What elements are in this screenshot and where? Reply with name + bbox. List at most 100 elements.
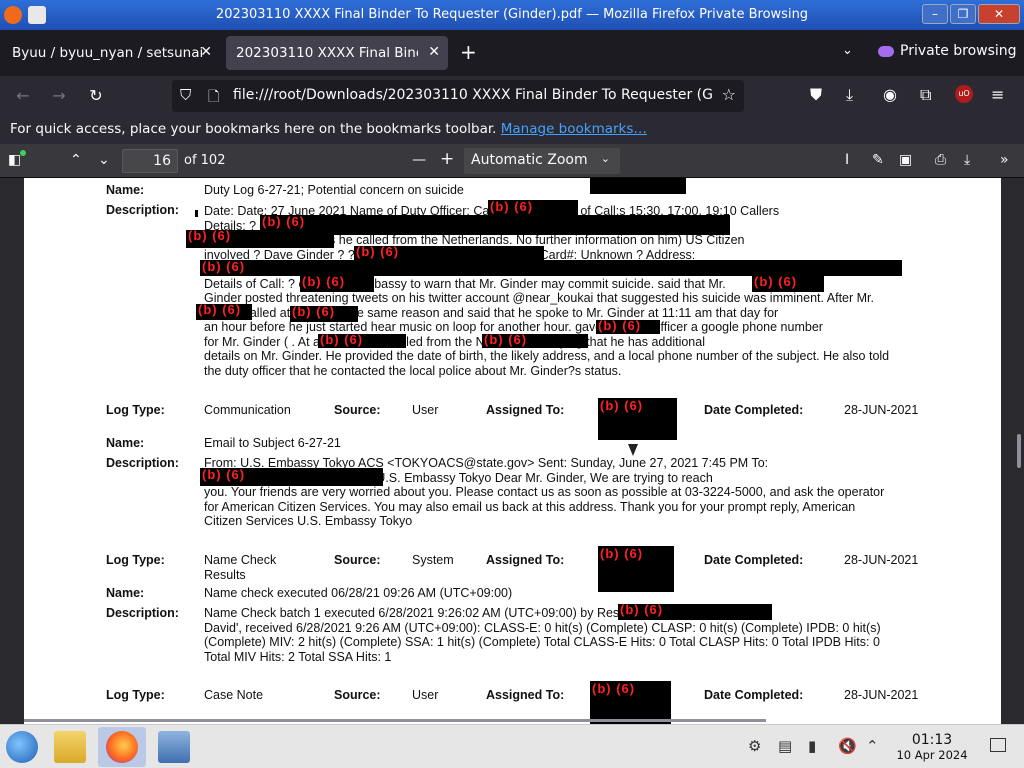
battery-icon[interactable]: ▮ [808,737,816,755]
zoom-in-button[interactable]: + [440,149,454,169]
ublock-origin-icon[interactable]: uO [955,85,973,103]
start-button[interactable] [6,731,38,763]
redaction-code: (b) (6) [490,199,534,214]
text-cursor-icon[interactable]: I [845,152,849,168]
entry3-log-type: Name Check [204,553,277,567]
bookmarks-toolbar: For quick access, place your bookmarks h… [0,116,1024,144]
tools-menu-icon[interactable]: » [1000,152,1009,168]
desc-line: for American Citizen Services. You may a… [204,499,856,514]
maximize-button[interactable]: ❐ [950,4,976,24]
redaction-code: (b) (6) [292,304,336,319]
tracking-protection-shield-icon[interactable]: ⛉ [180,86,191,104]
entry2-name: Email to Subject 6-27-21 [204,436,341,450]
close-tab-icon[interactable]: ✕ [428,44,440,60]
entry3-date-completed: 28-JUN-2021 [844,553,919,567]
account-icon[interactable]: ◉ [883,85,897,104]
downloads-icon[interactable]: ⤓ [846,85,853,105]
notification-dot [20,150,26,156]
bookmark-star-icon[interactable]: ☆ [722,85,736,104]
page-info-icon[interactable]: 🗋 [208,86,219,110]
pdf-viewer[interactable]: Name: Duty Log 6-27-21; Potential concer… [0,178,1024,724]
previous-page-button[interactable]: ⌃ [70,152,82,168]
assigned-to-label: Assigned To: [486,553,565,567]
taskbar: ⚙ ▤ ▮ 🔇 ⌃ 01:13 10 Apr 2024 [0,724,1024,768]
source-label: Source: [334,553,381,567]
entry3-name: Name check executed 06/28/21 09:26 AM (U… [204,586,513,600]
extensions-icon[interactable]: ⧉ [920,85,931,105]
reload-button[interactable]: ↻ [85,86,107,105]
chevron-down-icon: ⌄ [600,152,610,165]
pdf-toolbar: ◧ ⌃ ⌄ 16 of 102 — + Automatic Zoom ⌄ I ✎ … [0,144,1024,178]
clock[interactable]: 01:13 10 Apr 2024 [896,732,968,762]
volume-muted-icon[interactable]: 🔇 [838,737,857,755]
draw-pen-icon[interactable]: ✎ [872,152,884,168]
tab-label: 202303110 XXXX Final Binder To Requester… [236,45,418,61]
minimize-button[interactable]: – [922,4,948,24]
show-desktop-icon[interactable] [990,738,1006,752]
back-button[interactable]: ← [12,86,34,105]
private-browsing-label: Private browsing [900,43,1017,59]
url-text[interactable]: file:///root/Downloads/202303110 XXXX Fi… [233,87,713,103]
firefox-taskbar-button[interactable] [98,727,146,767]
redaction-mark [195,210,198,217]
tab-pdf[interactable]: 202303110 XXXX Final Binder To Requester… [226,36,448,70]
entry1-name: Duty Log 6-27-21; Potential concern on s… [204,183,464,197]
redaction-code: (b) (6) [262,214,306,229]
tab-bar: Byuu / byuu_nyan / setsunai ✕ 202303110 … [0,30,1024,76]
name-label: Name: [106,586,145,600]
name-label: Name: [106,436,145,450]
log-type-label: Log Type: [106,403,165,417]
network-icon[interactable]: ⚙ [748,737,761,755]
page-number-input[interactable]: 16 [122,149,178,173]
image-icon[interactable]: ▣ [899,152,912,168]
log-type-label: Log Type: [106,553,165,567]
redaction-code: (b) (6) [356,244,400,259]
horizontal-scrollbar[interactable] [24,719,766,722]
redaction-code: (b) (6) [198,302,242,317]
desc-line: Citizen Services U.S. Embassy Tokyo [204,514,413,528]
show-hidden-tray-icon[interactable]: ⌃ [866,737,879,755]
print-icon[interactable]: ⎙ [935,152,946,168]
manage-bookmarks-link[interactable]: Manage bookmarks… [501,121,647,137]
close-window-button[interactable]: ✕ [978,4,1020,24]
desc-line: (Complete) MIV: 2 hit(s) (Complete) SSA:… [204,635,880,649]
new-tab-button[interactable]: + [460,40,477,64]
redaction-code: (b) (6) [600,398,644,413]
bookmarks-hint: For quick access, place your bookmarks h… [10,121,497,137]
entry4-date-completed: 28-JUN-2021 [844,688,919,702]
window-titlebar: 202303110 XXXX Final Binder To Requester… [0,0,1024,30]
entry4-log-type: Case Note [204,688,264,702]
desc-line: an hour before he just started hear musi… [204,320,823,334]
name-label: Name: [106,183,145,197]
close-tab-icon[interactable]: ✕ [200,44,212,60]
next-page-button[interactable]: ⌄ [98,152,110,168]
entry4-source: User [412,688,439,702]
save-icon[interactable]: ⤓ [964,152,970,168]
desc-line: Total MIV Hits: 2 Total SSA Hits: 1 [204,649,392,664]
sidebar-toggle-icon[interactable]: ◧ [8,152,21,168]
list-all-tabs-icon[interactable]: ⌄ [842,43,853,58]
source-label: Source: [334,688,381,702]
date-completed-label: Date Completed: [704,403,804,417]
file-manager-icon[interactable] [54,731,86,763]
entry3-source: System [412,553,454,567]
pocket-icon[interactable]: ⛊ [810,85,822,105]
zoom-out-button[interactable]: — [412,152,426,168]
redaction-code: (b) (6) [754,274,798,289]
clipboard-icon[interactable]: ▤ [778,737,792,755]
forward-button[interactable]: → [48,86,70,105]
entry3-description: Name Check batch 1 executed 6/28/2021 9:… [204,606,881,664]
tab-twitter[interactable]: Byuu / byuu_nyan / setsunai ✕ [2,36,220,70]
control-panel-icon[interactable] [158,731,190,763]
desc-line: you. Your friends are very worried about… [204,485,885,499]
zoom-select[interactable]: Automatic Zoom ⌄ [464,148,620,174]
redaction-box [590,178,686,194]
description-label: Description: [106,203,179,217]
app-menu-hamburger-icon[interactable]: ≡ [991,85,1004,104]
vertical-scrollbar-thumb[interactable] [1017,434,1021,468]
desc-line: David', received 6/28/2021 9:26 AM (UTC+… [204,620,881,635]
entry2-description: From: U.S. Embassy Tokyo ACS <TOKYOACS@s… [204,456,884,529]
entry3-log-type-cont: Results [204,568,246,582]
page-count: of 102 [184,153,226,168]
url-bar[interactable]: ⛉ 🗋 file:///root/Downloads/202303110 XXX… [172,80,744,112]
